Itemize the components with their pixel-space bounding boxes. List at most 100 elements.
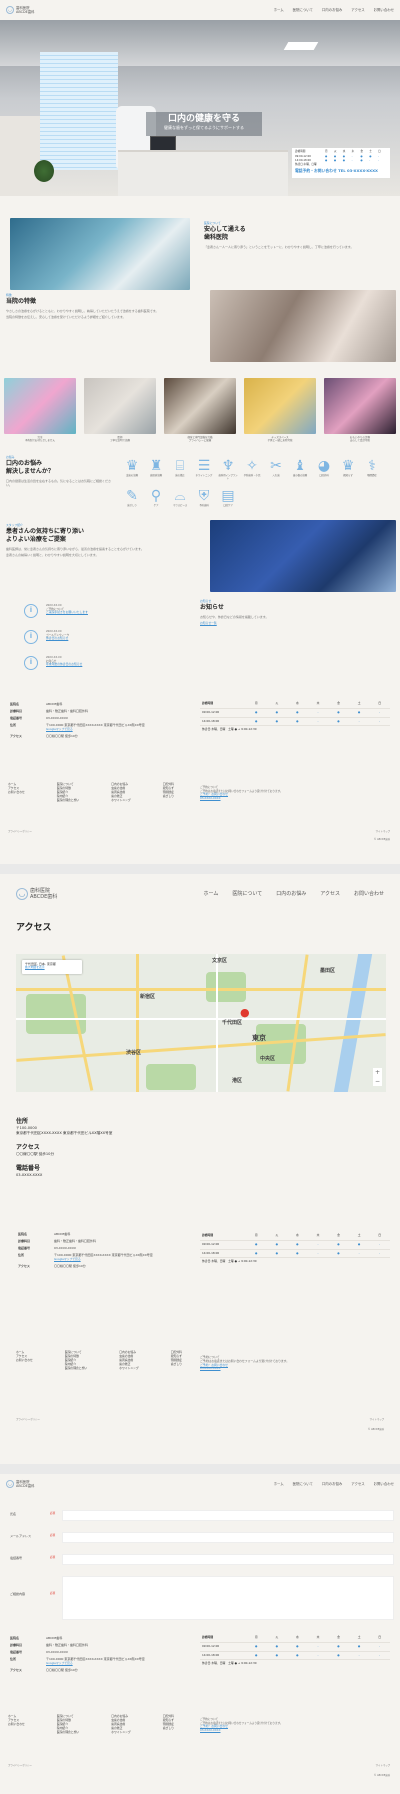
trouble-denture[interactable]: ✂ 入れ歯 [266, 458, 286, 477]
map-link[interactable]: Googleマップで見る [54, 1257, 81, 1261]
map-pin-icon[interactable]: ● [240, 1006, 250, 1021]
hero-subtitle: 健康な歯をずっと保てるようにサポートする [164, 125, 244, 131]
sitemap-link[interactable]: サイトマップ [370, 1418, 384, 1421]
time-slot: 09:00-12:00 [200, 1642, 246, 1652]
logo-line2: ABCDE歯科 [16, 10, 35, 14]
sitemap-link[interactable]: サイトマップ [376, 830, 390, 833]
tooth-icon: ♛ [341, 458, 355, 474]
trouble-implant[interactable]: ♆ 歯科用インプラント [218, 458, 238, 480]
nav-access[interactable]: アクセス [351, 8, 364, 13]
nav-home[interactable]: ホーム [274, 8, 284, 13]
nav-contact[interactable]: お問い合わせ [354, 891, 384, 898]
day: 水 [342, 150, 346, 153]
footer-link[interactable]: 歯ぎしり [163, 1726, 174, 1730]
nav-troubles[interactable]: 口内のお悩み [276, 891, 306, 898]
trouble-oral-care[interactable]: ▤ 口腔ケア [218, 488, 238, 507]
nav-about[interactable]: 医院について [293, 1482, 313, 1487]
footer-link[interactable]: 医院の理念と想い [57, 1730, 79, 1734]
feature-card[interactable]: キッズスペース 子供と一緒に来院可能 [244, 378, 316, 443]
feature-card[interactable]: 完全 予約制でお待たせしません [4, 378, 76, 443]
footer-link[interactable]: ホワイトニング [119, 1366, 139, 1370]
trouble-cavity[interactable]: ♛ 虫歯の治療 [122, 458, 142, 477]
trouble-prevention[interactable]: ⛨ 予防歯科 [194, 488, 214, 507]
nav-access[interactable]: アクセス [320, 891, 340, 898]
logo[interactable]: ◡ 歯科医院 ABCDE歯科 [6, 1480, 35, 1488]
copyright: © ABCDE歯科 [373, 838, 390, 841]
map-info-card: 千代田区, 日本, 東京都 拡大地図を表示 [22, 960, 82, 974]
mark: ● [342, 154, 345, 158]
logo[interactable]: ◡ 歯科医院 ABCDE歯科 [16, 888, 57, 900]
hours-note: 休診日:木曜、日曜 [295, 162, 317, 166]
map-zoom-control[interactable]: + − [373, 1068, 382, 1086]
message-textarea[interactable] [62, 1576, 394, 1620]
google-map[interactable]: 文京区 墨田区 新宿区 千代田区 東京 渋谷区 中央区 港区 ● 千代田区, 日… [16, 954, 386, 1092]
footer-tel-link[interactable]: 03-XXXX-XXXX [200, 796, 380, 801]
day: 木 [307, 1232, 329, 1241]
nav-about[interactable]: 医院について [293, 8, 313, 13]
nav-contact[interactable]: お問い合わせ [374, 1482, 394, 1487]
required-badge: 必須 [50, 1592, 56, 1595]
tel-title: 電話番号 [16, 1164, 41, 1172]
nav-troubles[interactable]: 口内のお悩み [322, 8, 342, 13]
trouble-wisdom[interactable]: ♛ 親知らず [338, 458, 358, 477]
email-field[interactable] [62, 1532, 394, 1543]
sitemap-link[interactable]: サイトマップ [376, 1764, 390, 1767]
footer-tel-link[interactable]: 03-XXXX-XXXX [200, 1367, 380, 1371]
trouble-kids[interactable]: ✧ 予防歯科・小児 [242, 458, 262, 477]
email-label: メールアドレス [10, 1534, 32, 1538]
info-value: 歯科・矯正歯科・歯科口腔外科 [46, 708, 89, 713]
footer-link[interactable]: ホワイトニング [111, 1730, 131, 1734]
staff-title: 患者さんの気持ちに寄り添い よりよい治療をご提案 [6, 527, 85, 543]
trouble-mouthpiece[interactable]: ⌓ マウスピース [170, 488, 190, 507]
nav-about[interactable]: 医院について [232, 891, 262, 898]
news-link[interactable]: ご来院手続きをお願いいたします [46, 610, 88, 615]
message-label: ご相談内容 [10, 1592, 26, 1596]
info-label: アクセス [10, 734, 22, 739]
news-link[interactable]: 年末年始の休診日のお知らせ [46, 662, 82, 667]
map-link[interactable]: Googleマップで見る [46, 1661, 73, 1665]
nav-access[interactable]: アクセス [351, 1482, 364, 1487]
footer-link[interactable]: 医院の理念と想い [65, 1366, 87, 1370]
news-more-link[interactable]: お知らせ一覧 [200, 621, 390, 626]
map-link[interactable]: Googleマップで見る [46, 727, 73, 731]
privacy-link[interactable]: プライバシーポリシー [8, 830, 32, 833]
trouble-care[interactable]: ⚲ ケア [146, 488, 166, 507]
nav-troubles[interactable]: 口内のお悩み [322, 1482, 342, 1487]
nav-home[interactable]: ホーム [203, 891, 218, 898]
day: 水 [287, 1232, 308, 1241]
nav-home[interactable]: ホーム [274, 1482, 284, 1487]
nav-contact[interactable]: お問い合わせ [374, 8, 394, 13]
footer-tel-link[interactable]: 03-XXXX-XXXX [200, 1728, 380, 1733]
trouble-whitening[interactable]: ☰ ホワイトニング [194, 458, 214, 477]
tel-text: 03-XXXX-XXXX [16, 1172, 43, 1177]
footer-link[interactable]: 歯ぎしり [171, 1362, 182, 1366]
footer-link[interactable]: お問い合わせ [8, 1722, 25, 1726]
feature-card[interactable]: 個室と専門設備を完備 プライバシーに配慮 [164, 378, 236, 443]
footer-link[interactable]: 医院の理念と想い [57, 798, 79, 802]
clinic-info-table: 医院名 ABCDE歯科 診療科目 歯科・矯正歯科・歯科口腔外科 電話番号 03-XXX… [8, 700, 188, 740]
privacy-link[interactable]: プライバシーポリシー [8, 1764, 32, 1767]
trouble-surgery[interactable]: ◕ 口腔外科 [314, 458, 334, 477]
trouble-root[interactable]: ♝ 歯の根の治療 [290, 458, 310, 477]
map-enlarge-link[interactable]: 拡大地図を表示 [25, 965, 79, 970]
troubles-text: 口内の健康は生活の質を左右するもの。気になることはお気軽にご相談ください。 [6, 478, 111, 487]
feature-card[interactable]: 医師 丁寧な説明で治療 [84, 378, 156, 443]
news-link[interactable]: 休診日のお知らせ [46, 636, 69, 641]
privacy-link[interactable]: プライバシーポリシー [16, 1418, 40, 1421]
feature-card[interactable]: おもいやりの診療 安心して受診可能 [324, 378, 396, 443]
map-label: 中央区 [260, 1056, 276, 1062]
footer-link[interactable]: ホワイトニング [111, 798, 131, 802]
trouble-ortho[interactable]: ⌸ 歯の矯正 [170, 458, 190, 477]
footer-link[interactable]: お問い合わせ [8, 790, 25, 794]
trouble-gum[interactable]: ♜ 歯周病治療 [146, 458, 166, 477]
map-label: 東京 [252, 1034, 266, 1042]
footer-link[interactable]: お問い合わせ [16, 1358, 33, 1362]
trouble-tmj[interactable]: ⚕ 顎関節症 [362, 458, 382, 477]
logo[interactable]: ◡ 歯科医院 ABCDE歯科 [6, 6, 35, 14]
name-field[interactable] [62, 1510, 394, 1521]
phone-field[interactable] [62, 1554, 394, 1565]
hours-tel[interactable]: 電話予約・お問い合わせ TEL 03-XXXX-XXXX [295, 168, 387, 173]
footer-link[interactable]: 歯ぎしり [163, 794, 174, 798]
trouble-grinding[interactable]: ✎ 歯ぎしり [122, 488, 142, 507]
day: 土 [348, 700, 370, 709]
